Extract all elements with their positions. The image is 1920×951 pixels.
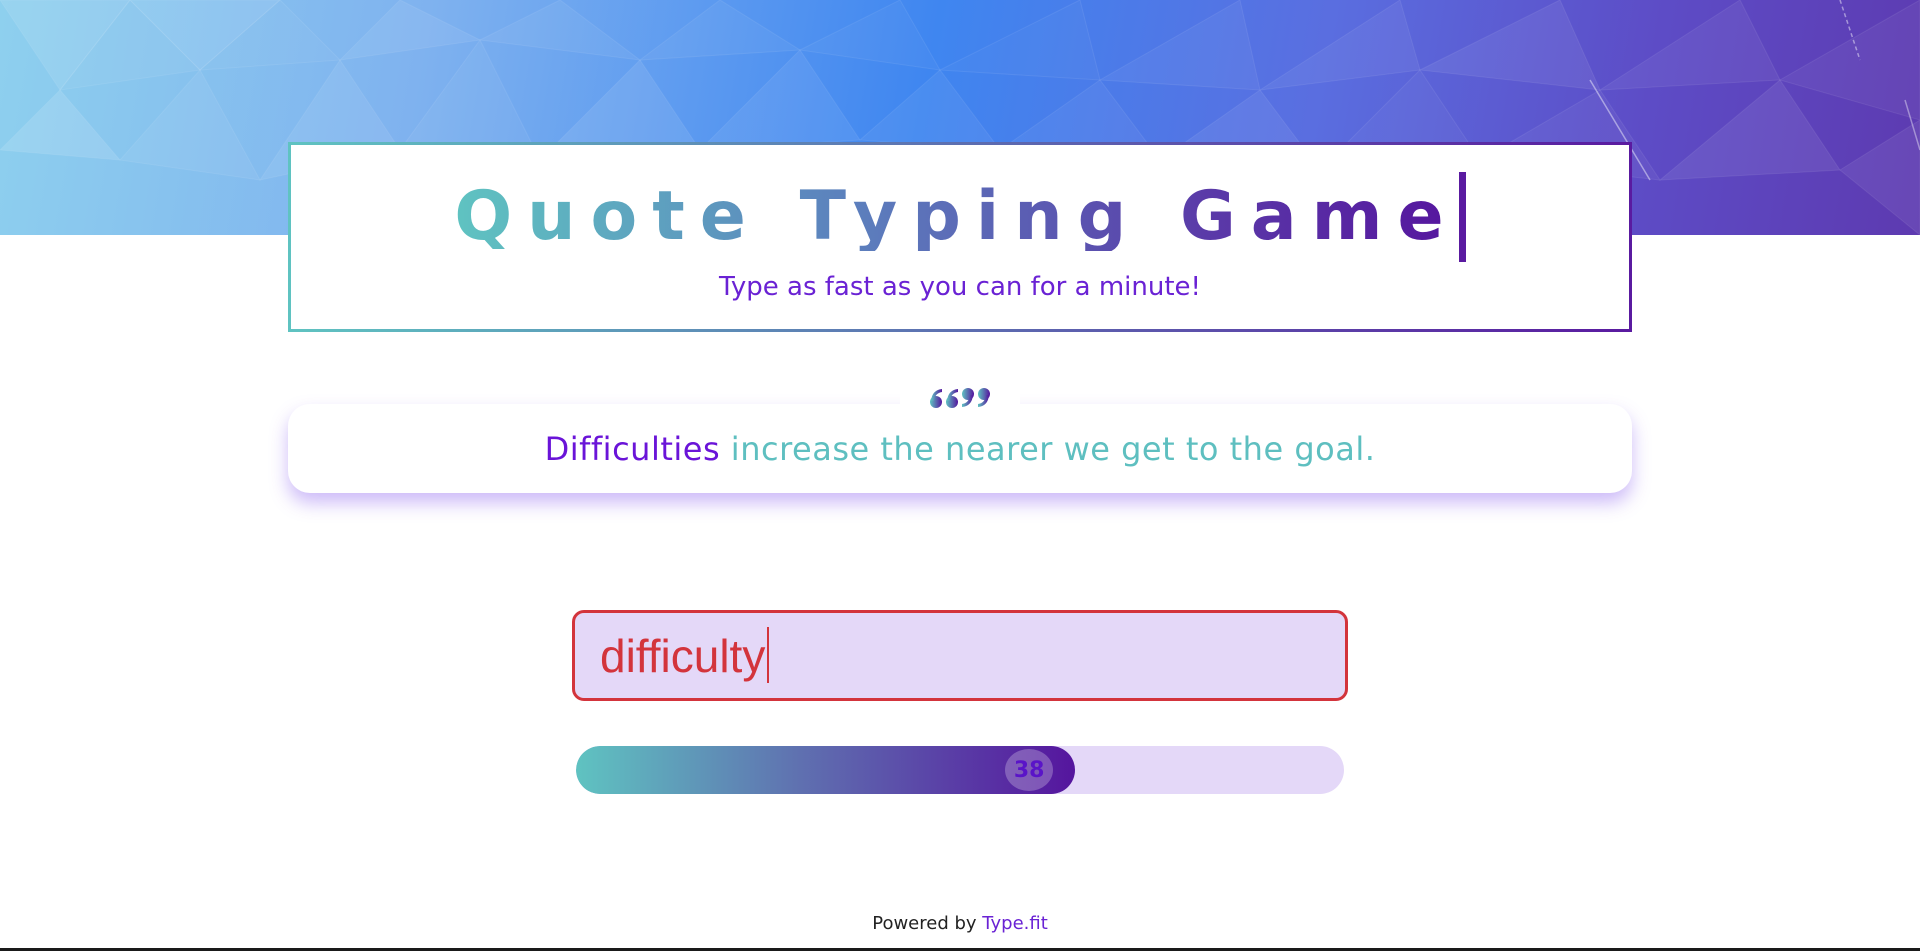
typing-input[interactable] <box>572 610 1348 701</box>
footer-prefix: Powered by <box>872 913 977 934</box>
quote-text: Difficulties increase the nearer we get … <box>545 430 1376 468</box>
game-title: Quote Typing Game <box>454 177 1459 256</box>
game-subtitle: Type as fast as you can for a minute! <box>719 272 1201 302</box>
title-card: Quote Typing Game Type as fast as you ca… <box>288 142 1632 332</box>
timer-bar-fill <box>576 746 1076 794</box>
footer: Powered by Type.fit <box>0 913 1920 934</box>
quote-marks-icon <box>900 376 1020 420</box>
title-card-inner: Quote Typing Game Type as fast as you ca… <box>291 145 1629 329</box>
title-row: Quote Typing Game <box>454 172 1466 262</box>
timer-seconds-badge: 38 <box>1005 749 1054 791</box>
remaining-quote-text: increase the nearer we get to the goal. <box>730 429 1376 468</box>
input-caret <box>767 627 770 683</box>
current-word: Difficulties <box>544 429 721 468</box>
title-caret <box>1458 172 1466 262</box>
footer-link[interactable]: Type.fit <box>982 913 1047 934</box>
timer-bar: 38 <box>576 746 1344 794</box>
